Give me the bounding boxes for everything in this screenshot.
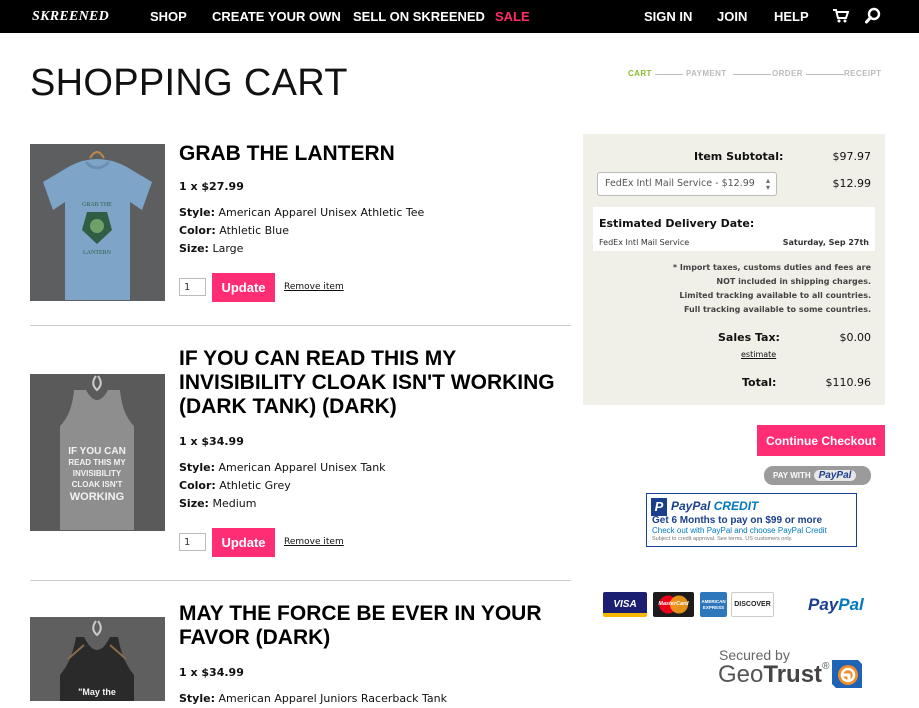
shirt-print-text: INVISIBILITY	[73, 469, 122, 478]
shipping-select-value: FedEx Intl Mail Service - $12.99	[605, 178, 755, 189]
paypal-credit-terms: Subject to credit approval. See terms. U…	[652, 536, 793, 542]
paypal-credit-instructions: Check out with PayPal and choose PayPal …	[652, 526, 827, 535]
pay-with-paypal-button[interactable]: PAY WITH PayPal	[764, 466, 871, 485]
product-qty-price: 1 x $34.99	[179, 435, 244, 448]
pay-with-label: PAY WITH	[773, 471, 811, 480]
search-icon[interactable]	[865, 7, 882, 27]
style-label: Style:	[179, 206, 215, 219]
delivery-estimate: Estimated Delivery Date: FedEx Intl Mail…	[593, 207, 875, 251]
paypal-logo: PayPal	[808, 595, 864, 614]
quantity-input[interactable]	[179, 533, 206, 551]
product-style: American Apparel Unisex Tank	[218, 461, 386, 474]
step-order: ORDER	[772, 69, 803, 78]
sales-tax-value: $0.00	[839, 331, 872, 344]
product-color: Athletic Blue	[219, 224, 289, 237]
nav-link-sell[interactable]: SELL ON SKREENED	[353, 9, 485, 24]
product-attributes: Style: American Apparel Unisex Athletic …	[179, 204, 424, 258]
shipping-note: NOT included in shipping charges.	[716, 277, 871, 286]
item-divider	[30, 580, 571, 581]
step-payment: PAYMENT	[686, 69, 727, 78]
estimate-link[interactable]: estimate	[741, 350, 776, 359]
size-label: Size:	[179, 497, 209, 510]
product-image[interactable]: IF YOU CAN READ THIS MY INVISIBILITY CLO…	[30, 374, 165, 531]
paypal-credit-title: PayPal CREDIT	[671, 499, 759, 513]
product-qty-price: 1 x $34.99	[179, 666, 244, 679]
product-size: Large	[212, 242, 244, 255]
step-connector	[733, 74, 771, 75]
shirt-print-text: READ THIS MY	[68, 458, 126, 467]
nav-link-shop[interactable]: SHOP	[150, 9, 187, 24]
paypal-credit-banner[interactable]: P PayPal CREDIT Get 6 Months to pay on $…	[646, 493, 857, 547]
cart-icon[interactable]	[832, 7, 850, 27]
remove-item-link[interactable]: Remove item	[284, 282, 344, 292]
remove-item-link[interactable]: Remove item	[284, 537, 344, 547]
quantity-input[interactable]	[179, 278, 206, 296]
brand-logo[interactable]: SKREENED	[32, 9, 109, 25]
subtotal-label: Item Subtotal:	[694, 150, 784, 163]
paypal-wordmark: PayPal	[813, 470, 857, 481]
style-label: Style:	[179, 692, 215, 705]
shirt-print-text: LANTERN	[83, 250, 112, 256]
update-button[interactable]: Update	[212, 273, 275, 302]
shirt-print-text: CLOAK ISN'T	[72, 480, 123, 489]
nav-link-create-your-own[interactable]: CREATE YOUR OWN	[212, 9, 341, 24]
geotrust-logo: GeoTrust®	[718, 661, 830, 688]
shipping-notes: * Import taxes, customs duties and fees …	[673, 261, 871, 317]
total-value: $110.96	[825, 376, 872, 389]
product-image[interactable]: GRAB THE LANTERN	[30, 144, 165, 301]
product-name[interactable]: MAY THE FORCE BE EVER IN YOUR FAVOR (DAR…	[179, 602, 574, 650]
color-label: Color:	[179, 479, 216, 492]
color-label: Color:	[179, 224, 216, 237]
nav-link-sale[interactable]: SALE	[495, 9, 530, 24]
product-attributes: Style: American Apparel Unisex Tank Colo…	[179, 459, 386, 513]
shirt-print-text: WORKING	[70, 491, 124, 503]
shipping-value: $12.99	[832, 177, 872, 190]
product-name[interactable]: IF YOU CAN READ THIS MY INVISIBILITY CLO…	[179, 347, 574, 419]
top-nav: SKREENED SHOP CREATE YOUR OWN SELL ON SK…	[0, 0, 919, 33]
product-style: American Apparel Unisex Athletic Tee	[218, 206, 425, 219]
delivery-label: Estimated Delivery Date:	[599, 217, 755, 230]
product-name[interactable]: GRAB THE LANTERN	[179, 142, 574, 166]
order-summary: Item Subtotal: $97.97 FedEx Intl Mail Se…	[583, 134, 885, 405]
shipping-select[interactable]: FedEx Intl Mail Service - $12.99 ▴ ▾	[597, 172, 777, 196]
nav-link-help[interactable]: HELP	[774, 9, 809, 24]
step-cart: CART	[628, 69, 652, 78]
product-qty-price: 1 x $27.99	[179, 180, 244, 193]
delivery-date: Saturday, Sep 27th	[782, 238, 869, 247]
shirt-print-text: "May the	[78, 687, 116, 697]
update-button[interactable]: Update	[212, 528, 275, 557]
product-image[interactable]: "May the	[30, 617, 165, 701]
product-attributes: Style: American Apparel Juniors Racerbac…	[179, 690, 447, 708]
geotrust-g-icon	[828, 658, 864, 691]
page-title: SHOPPING CART	[30, 62, 348, 104]
product-style: American Apparel Juniors Racerback Tank	[218, 692, 447, 705]
size-label: Size:	[179, 242, 209, 255]
total-label: Total:	[742, 376, 777, 389]
shipping-note: Limited tracking available to all countr…	[679, 291, 871, 300]
product-size: Medium	[212, 497, 257, 510]
paypal-credit-offer: Get 6 Months to pay on $99 or more	[652, 515, 823, 526]
delivery-service: FedEx Intl Mail Service	[599, 238, 690, 247]
select-arrows-icon: ▴ ▾	[765, 176, 770, 192]
mastercard-icon: MasterCard	[653, 592, 694, 617]
style-label: Style:	[179, 461, 215, 474]
step-connector	[806, 74, 844, 75]
visa-icon: VISA	[603, 592, 647, 617]
shirt-print-text: GRAB THE	[82, 202, 112, 208]
shipping-note: Full tracking available to some countrie…	[683, 305, 871, 314]
nav-link-sign-in[interactable]: SIGN IN	[644, 9, 692, 24]
shirt-print-text: IF YOU CAN	[68, 446, 126, 457]
sales-tax-label: Sales Tax:	[718, 331, 780, 344]
discover-icon: DISCOVER	[731, 592, 774, 617]
step-connector	[655, 74, 683, 75]
step-receipt: RECEIPT	[844, 69, 882, 78]
shipping-note: * Import taxes, customs duties and fees …	[672, 263, 871, 272]
item-divider	[30, 325, 571, 326]
amex-icon: AMERICAN EXPRESS	[700, 592, 727, 617]
subtotal-value: $97.97	[832, 150, 872, 163]
nav-link-join[interactable]: JOIN	[717, 9, 747, 24]
paypal-p-icon: P	[651, 498, 667, 516]
continue-checkout-button[interactable]: Continue Checkout	[757, 425, 885, 456]
product-color: Athletic Grey	[219, 479, 291, 492]
